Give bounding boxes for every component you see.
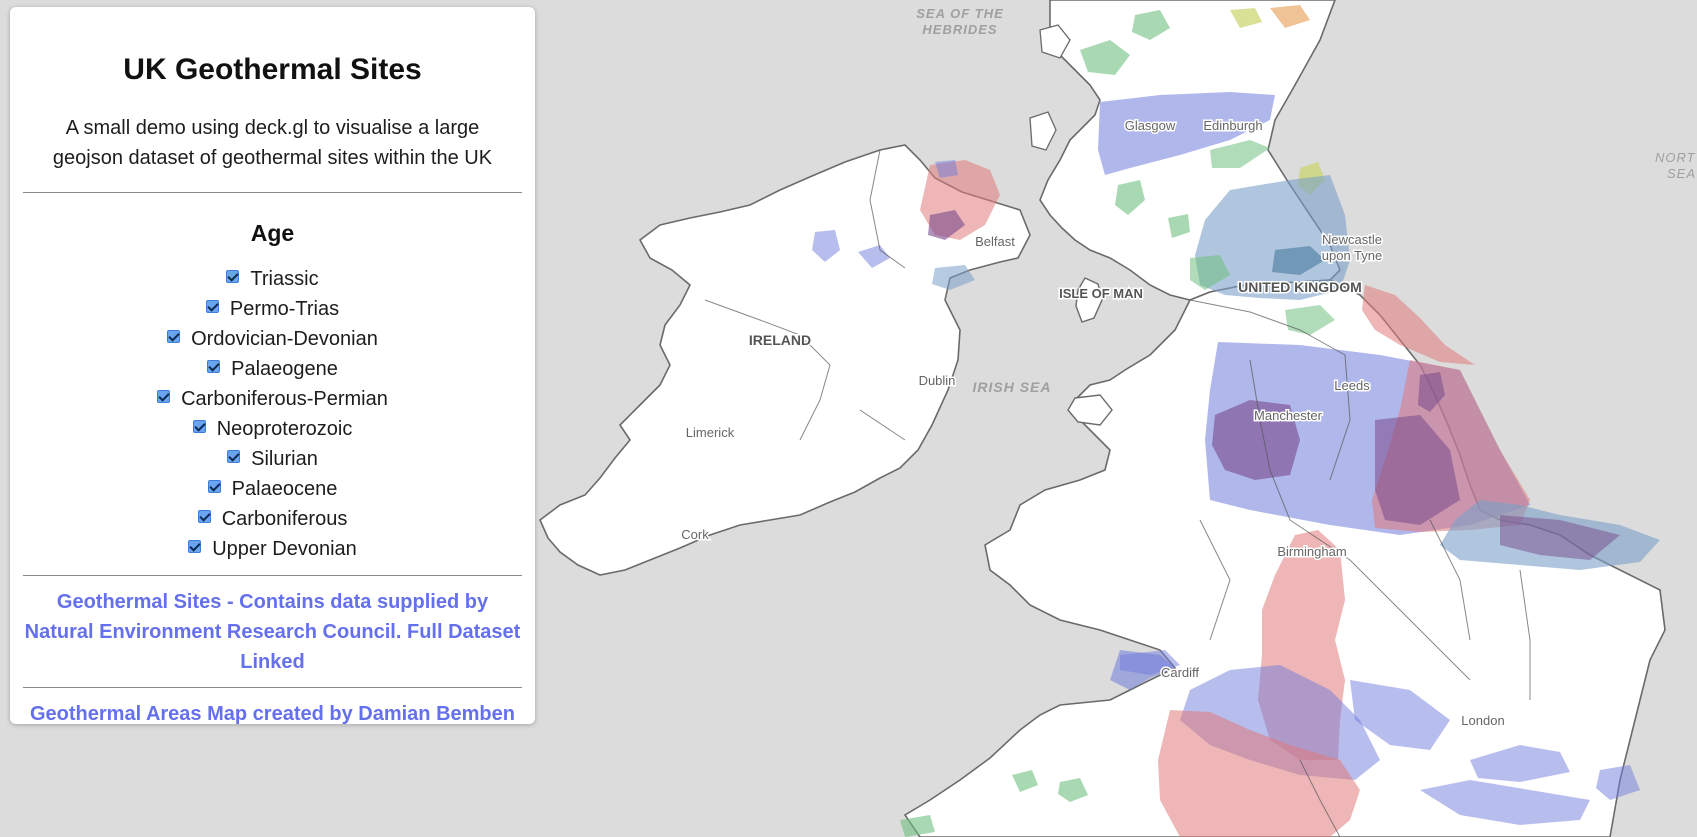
city-dublin: Dublin [919,373,956,388]
city-cardiff: Cardiff [1161,665,1199,680]
city-newcastle-1: Newcastle [1322,232,1382,247]
author-credit-link[interactable]: Geothermal Areas Map created by Damian B… [23,699,522,729]
checkbox-icon[interactable] [227,449,241,463]
age-label: Carboniferous [221,508,348,530]
description: A small demo using deck.gl to visualise … [52,117,493,169]
age-filter-item[interactable]: Neoproterozoic [23,414,522,444]
city-leeds: Leeds [1334,378,1370,393]
city-limerick: Limerick [686,425,735,440]
age-label: Triassic [250,268,319,290]
checkbox-icon[interactable] [197,509,211,523]
sea-of-hebrides-label-1: SEA OF THE [916,6,1004,21]
age-filter-item[interactable]: Ordovician-Devonian [23,324,522,354]
checkbox-icon[interactable] [207,359,221,373]
city-edinburgh: Edinburgh [1203,118,1262,133]
city-birmingham: Birmingham [1277,544,1346,559]
city-glasgow: Glasgow [1125,118,1176,133]
age-filter-item[interactable]: Permo-Trias [23,294,522,324]
age-filter-item[interactable]: Silurian [23,444,522,474]
divider [23,575,522,576]
divider [23,687,522,688]
north-sea-label-1: NORT [1655,150,1696,165]
city-cork: Cork [681,527,709,542]
checkbox-icon[interactable] [226,269,240,283]
age-filter-item[interactable]: Upper Devonian [23,534,522,564]
page-title: UK Geothermal Sites [123,53,422,86]
city-london: London [1461,713,1504,728]
age-label: Silurian [251,448,318,470]
age-label: Ordovician-Devonian [191,328,378,350]
age-label: Permo-Trias [229,298,340,320]
united-kingdom-label: UNITED KINGDOM [1238,279,1362,295]
age-heading: Age [250,220,295,246]
checkbox-icon[interactable] [192,419,206,433]
age-label: Palaeogene [231,358,338,380]
age-filter-item[interactable]: Palaeogene [23,354,522,384]
checkbox-icon[interactable] [167,329,181,343]
ireland-label: IRELAND [749,332,811,348]
checkbox-icon[interactable] [157,389,171,403]
north-sea-label-2: SEA [1667,166,1696,181]
sea-of-hebrides-label-2: HEBRIDES [922,22,997,37]
age-filter-item[interactable]: Triassic [23,264,522,294]
city-belfast: Belfast [975,234,1015,249]
isle-of-man-label: ISLE OF MAN [1059,286,1143,301]
city-newcastle-2: upon Tyne [1322,248,1382,263]
divider [23,192,522,193]
age-filter-item[interactable]: Carboniferous-Permian [23,384,522,414]
checkbox-icon[interactable] [205,299,219,313]
age-filter-list: Triassic Permo-Trias Ordovician-Devonian… [23,264,522,564]
age-label: Neoproterozoic [216,418,353,440]
age-label: Palaeocene [231,478,338,500]
irish-sea-label: IRISH SEA [972,379,1051,395]
control-panel: UK Geothermal Sites A small demo using d… [10,7,535,725]
city-manchester: Manchester [1254,408,1323,423]
dataset-credit-link[interactable]: Geothermal Sites - Contains data supplie… [23,587,522,677]
age-filter-item[interactable]: Palaeocene [23,474,522,504]
age-label: Carboniferous-Permian [181,388,388,410]
age-filter-item[interactable]: Carboniferous [23,504,522,534]
checkbox-icon[interactable] [207,479,221,493]
checkbox-icon[interactable] [188,539,202,553]
age-label: Upper Devonian [212,538,357,560]
